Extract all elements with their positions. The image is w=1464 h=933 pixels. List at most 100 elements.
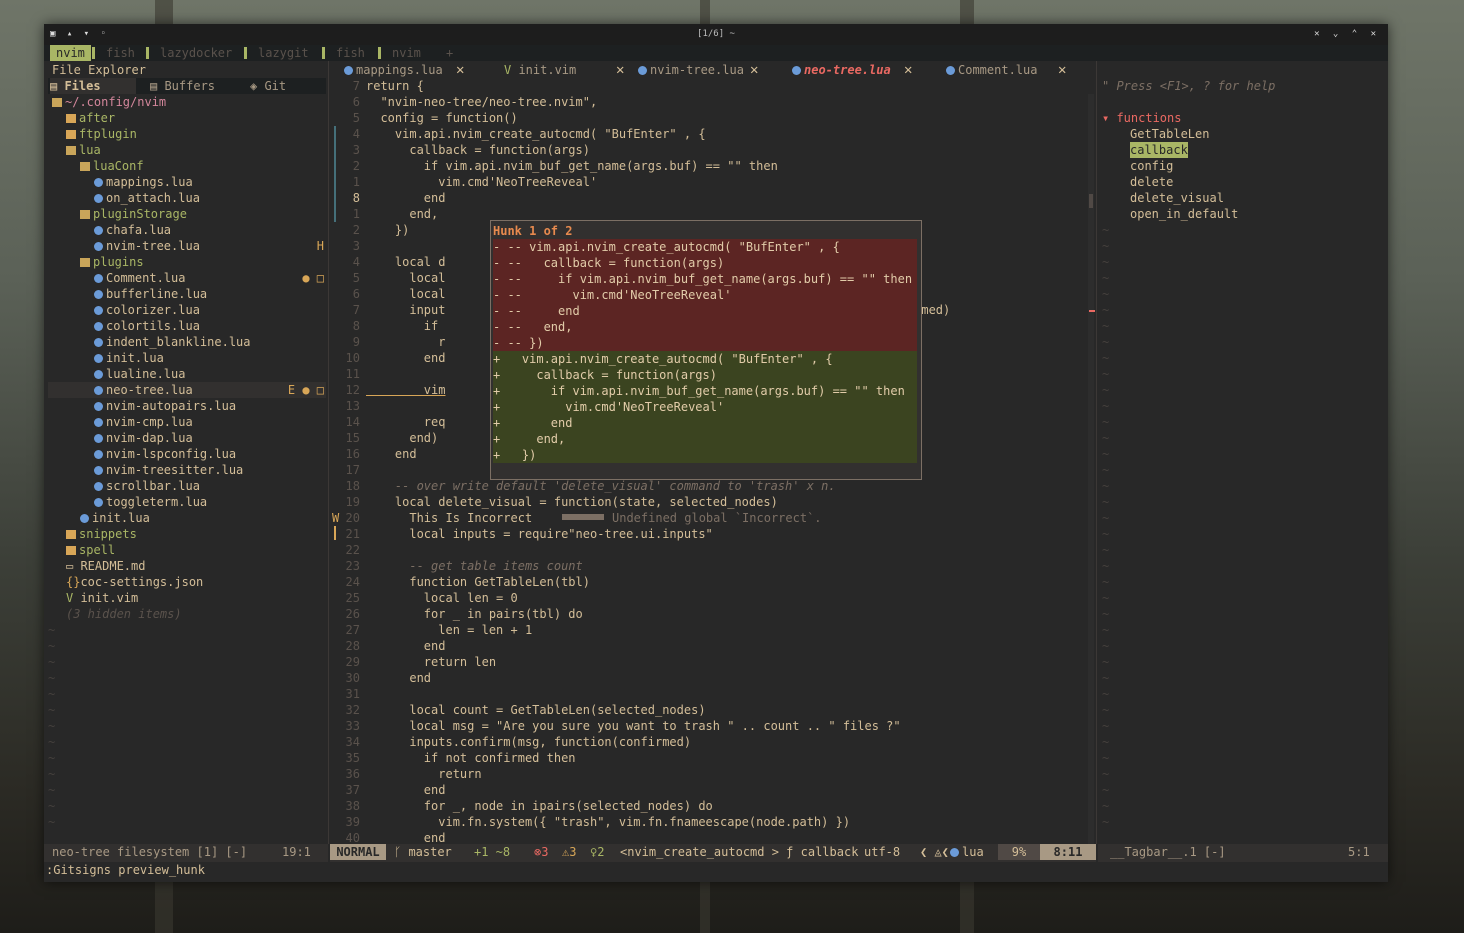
tab-git[interactable]: ◈ Git	[250, 78, 286, 94]
tree-item[interactable]: chafa.lua	[94, 222, 171, 238]
terminal-tab[interactable]: fish	[330, 45, 371, 61]
tagbar-item[interactable]: callback	[1130, 142, 1188, 158]
tree-item[interactable]: luaConf	[80, 158, 144, 174]
tagbar-item[interactable]: delete_visual	[1130, 190, 1224, 206]
buffer-close-icon[interactable]: ✕	[1058, 62, 1066, 78]
code-line[interactable]: req	[366, 414, 446, 430]
code-line[interactable]: end)	[366, 430, 438, 446]
tree-item[interactable]: nvim-lspconfig.lua	[94, 446, 236, 462]
buffer-tab[interactable]: mappings.lua	[344, 62, 443, 78]
code-line[interactable]: local delete_visual = function(state, se…	[366, 494, 778, 510]
terminal-tab[interactable]: nvim	[50, 45, 91, 61]
buffer-tab[interactable]: neo-tree.lua	[792, 62, 891, 78]
code-line[interactable]: vim.cmd'NeoTreeReveal'	[366, 174, 597, 190]
code-line[interactable]: end	[366, 638, 446, 654]
terminal-tab[interactable]: lazydocker	[154, 45, 238, 61]
code-line[interactable]: end	[366, 446, 417, 462]
code-line[interactable]: end	[366, 782, 446, 798]
code-line[interactable]: local	[366, 270, 445, 286]
code-line[interactable]: return	[366, 766, 481, 782]
code-line[interactable]: end	[366, 350, 446, 366]
code-line[interactable]: return len	[366, 654, 496, 670]
tree-item[interactable]: V init.vim	[66, 590, 138, 606]
code-line[interactable]: This Is Incorrect	[366, 510, 532, 526]
code-line[interactable]: local inputs = require"neo-tree.ui.input…	[366, 526, 712, 542]
tagbar-item[interactable]: delete	[1130, 174, 1173, 190]
code-line[interactable]: vim.fn.system({ "trash", vim.fn.fnameesc…	[366, 814, 850, 830]
code-line[interactable]: input	[366, 302, 445, 318]
code-line[interactable]: callback = function(args)	[366, 142, 590, 158]
tab-files[interactable]: ▤ Files	[50, 78, 136, 94]
tagbar-item[interactable]: open_in_default	[1130, 206, 1238, 222]
buffer-tab[interactable]: V init.vim	[504, 62, 576, 78]
buffer-close-icon[interactable]: ✕	[456, 62, 464, 78]
tree-item[interactable]: toggleterm.lua	[94, 494, 207, 510]
code-line[interactable]: for _ in pairs(tbl) do	[366, 606, 583, 622]
buffer-close-icon[interactable]: ✕	[750, 62, 758, 78]
code-line[interactable]: r	[366, 334, 445, 350]
tree-item[interactable]: nvim-dap.lua	[94, 430, 193, 446]
tree-item[interactable]: mappings.lua	[94, 174, 193, 190]
buffer-tab[interactable]: Comment.lua	[946, 62, 1037, 78]
code-line[interactable]: local count = GetTableLen(selected_nodes…	[366, 702, 705, 718]
code-line[interactable]: end,	[366, 206, 438, 222]
tree-item[interactable]: plugins	[80, 254, 144, 270]
tree-item[interactable]: nvim-tree.lua	[94, 238, 200, 254]
code-line[interactable]: if vim.api.nvim_buf_get_name(args.buf) =…	[366, 158, 778, 174]
tree-item[interactable]: pluginStorage	[80, 206, 187, 222]
tab-buffers[interactable]: ▤ Buffers	[150, 78, 215, 94]
code-line[interactable]: local len = 0	[366, 590, 518, 606]
tree-item[interactable]: spell	[66, 542, 115, 558]
tree-item[interactable]: nvim-cmp.lua	[94, 414, 193, 430]
code-line[interactable]: vim	[366, 382, 446, 398]
split-divider[interactable]	[1096, 61, 1097, 844]
buffer-tab[interactable]: nvim-tree.lua	[638, 62, 744, 78]
tree-item[interactable]: ftplugin	[66, 126, 137, 142]
tree-item[interactable]: init.lua	[94, 350, 164, 366]
tree-item[interactable]: on_attach.lua	[94, 190, 200, 206]
tree-item[interactable]: Comment.lua	[94, 270, 185, 286]
tree-item[interactable]: after	[66, 110, 115, 126]
tree-item[interactable]: nvim-treesitter.lua	[94, 462, 243, 478]
tree-item[interactable]: nvim-autopairs.lua	[94, 398, 236, 414]
code-line[interactable]: config = function()	[366, 110, 517, 126]
tree-item[interactable]: ▭ README.md	[66, 558, 145, 574]
terminal-tab[interactable]: nvim	[386, 45, 427, 61]
code-line[interactable]: "nvim-neo-tree/neo-tree.nvim",	[366, 94, 597, 110]
code-line[interactable]: for _, node in ipairs(selected_nodes) do	[366, 798, 713, 814]
tree-item[interactable]: snippets	[66, 526, 137, 542]
tree-item[interactable]: lualine.lua	[94, 366, 185, 382]
tagbar-group[interactable]: ▾ functions	[1102, 110, 1181, 126]
tree-item[interactable]: scrollbar.lua	[94, 478, 200, 494]
tree-item[interactable]: neo-tree.lua	[94, 382, 193, 398]
buffer-close-icon[interactable]: ✕	[616, 62, 624, 78]
terminal-tab[interactable]: fish	[100, 45, 141, 61]
tagbar-item[interactable]: GetTableLen	[1130, 126, 1209, 142]
code-line[interactable]: inputs.confirm(msg, function(confirmed)	[366, 734, 691, 750]
terminal-tab[interactable]: +	[440, 45, 459, 61]
window-controls-right[interactable]: ✕ ⌄ ⌃ ✕	[1314, 24, 1380, 45]
code-line[interactable]: end	[366, 670, 431, 686]
code-line[interactable]: local	[366, 286, 445, 302]
command-line[interactable]: :Gitsigns preview_hunk	[46, 862, 205, 878]
terminal-tab[interactable]: lazygit	[252, 45, 315, 61]
code-line[interactable]: function GetTableLen(tbl)	[366, 574, 590, 590]
code-line[interactable]: if	[366, 318, 438, 334]
tree-item[interactable]: {}coc-settings.json	[66, 574, 203, 590]
tree-item[interactable]: colortils.lua	[94, 318, 200, 334]
code-line[interactable]: -- get table items count	[366, 558, 582, 574]
code-line[interactable]: len = len + 1	[366, 622, 532, 638]
tree-item[interactable]: init.lua	[80, 510, 150, 526]
scrollbar[interactable]	[1088, 94, 1094, 844]
code-line[interactable]: })	[366, 222, 409, 238]
tree-item[interactable]: indent_blankline.lua	[94, 334, 251, 350]
scrollbar-thumb[interactable]	[1089, 194, 1093, 208]
code-line[interactable]: local d	[366, 254, 446, 270]
code-line[interactable]: local msg = "Are you sure you want to tr…	[366, 718, 900, 734]
tree-item[interactable]: colorizer.lua	[94, 302, 200, 318]
code-line[interactable]: return {	[366, 78, 424, 94]
code-line[interactable]: if not confirmed then	[366, 750, 576, 766]
buffer-close-icon[interactable]: ✕	[904, 62, 912, 78]
tree-item[interactable]: lua	[66, 142, 101, 158]
tagbar-item[interactable]: config	[1130, 158, 1173, 174]
